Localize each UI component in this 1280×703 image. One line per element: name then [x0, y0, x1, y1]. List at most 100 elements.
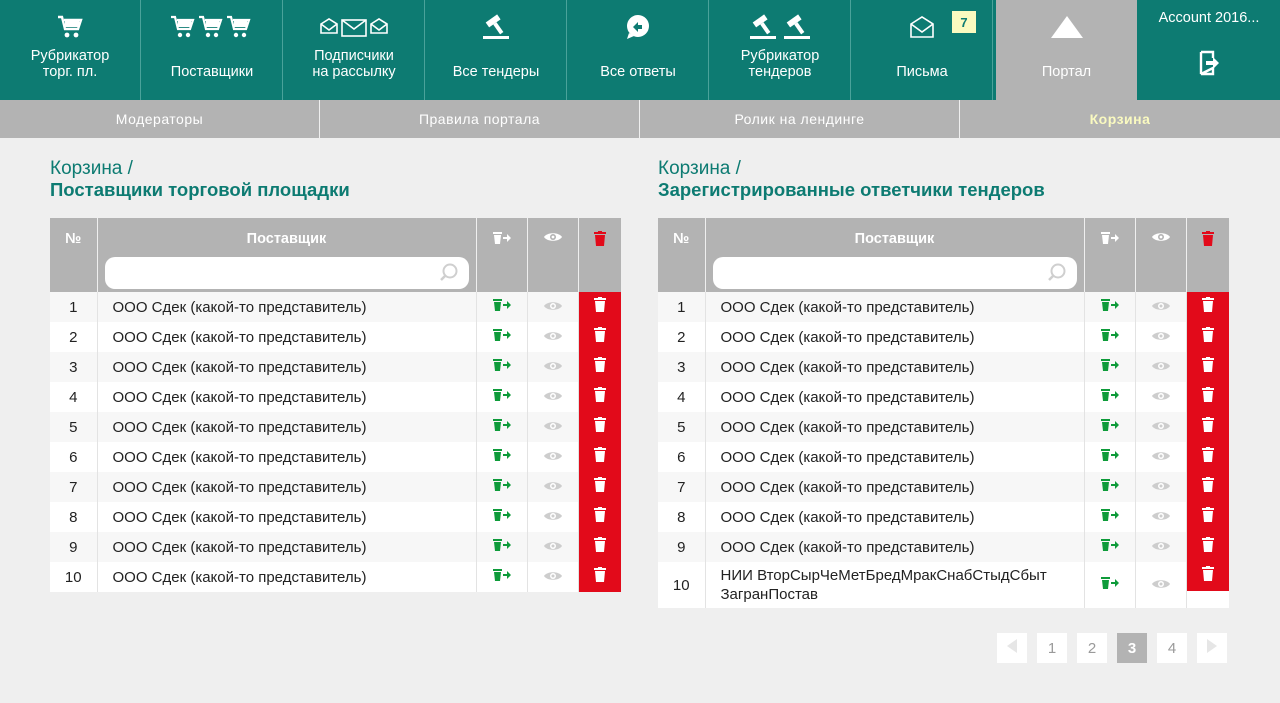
eye-icon[interactable] — [1151, 388, 1171, 407]
eye-icon[interactable] — [1151, 328, 1171, 347]
breadcrumb[interactable]: Корзина / — [658, 158, 1229, 179]
subnav-moderators[interactable]: Модераторы — [0, 100, 320, 138]
trash-icon[interactable] — [593, 356, 607, 378]
trash-icon[interactable] — [1201, 506, 1215, 528]
eye-icon[interactable] — [543, 418, 563, 437]
search-input[interactable] — [712, 257, 1077, 289]
eye-icon[interactable] — [1151, 576, 1171, 595]
restore-icon[interactable] — [1100, 508, 1120, 527]
delete-cell[interactable] — [1186, 472, 1229, 502]
delete-cell[interactable] — [578, 532, 621, 562]
nav-item-portal[interactable]: Портал — [996, 0, 1137, 100]
search-input[interactable] — [104, 257, 469, 289]
delete-cell[interactable] — [578, 352, 621, 382]
eye-icon[interactable] — [1151, 508, 1171, 527]
pagination-page-3[interactable]: 3 — [1117, 633, 1147, 663]
trash-icon[interactable] — [1201, 386, 1215, 408]
delete-cell[interactable] — [1186, 502, 1229, 532]
eye-icon[interactable] — [543, 538, 563, 557]
restore-icon[interactable] — [492, 298, 512, 317]
eye-icon[interactable] — [543, 508, 563, 527]
trash-icon[interactable] — [593, 386, 607, 408]
trash-icon[interactable] — [1201, 536, 1215, 558]
eye-icon[interactable] — [543, 358, 563, 377]
trash-icon[interactable] — [593, 296, 607, 318]
eye-icon[interactable] — [543, 298, 563, 317]
nav-item-rubricator-tenders[interactable]: Рубрикатор тендеров — [710, 0, 851, 100]
delete-cell[interactable] — [1186, 532, 1229, 562]
delete-cell[interactable] — [578, 502, 621, 532]
restore-icon[interactable] — [1100, 358, 1120, 377]
nav-item-all-answers[interactable]: Все ответы — [568, 0, 709, 100]
pagination-prev-button[interactable] — [997, 633, 1027, 663]
delete-cell[interactable] — [1186, 322, 1229, 352]
trash-icon[interactable] — [593, 416, 607, 438]
nav-item-subscribers[interactable]: Подписчики на рассылку — [284, 0, 425, 100]
search-icon[interactable] — [1047, 263, 1067, 283]
trash-icon[interactable] — [593, 476, 607, 498]
restore-all-icon[interactable] — [492, 231, 512, 249]
nav-item-rubricator-marketplace[interactable]: Рубрикатор торг. пл. — [0, 0, 141, 100]
delete-cell[interactable] — [578, 382, 621, 412]
restore-icon[interactable] — [1100, 478, 1120, 497]
restore-icon[interactable] — [492, 568, 512, 587]
delete-cell[interactable] — [578, 472, 621, 502]
restore-icon[interactable] — [492, 538, 512, 557]
restore-icon[interactable] — [492, 508, 512, 527]
restore-icon[interactable] — [1100, 298, 1120, 317]
restore-icon[interactable] — [492, 478, 512, 497]
pagination-page-1[interactable]: 1 — [1037, 633, 1067, 663]
breadcrumb[interactable]: Корзина / — [50, 158, 621, 179]
nav-item-all-tenders[interactable]: Все тендеры — [426, 0, 567, 100]
trash-icon[interactable] — [1201, 296, 1215, 318]
delete-button[interactable] — [1186, 562, 1229, 591]
restore-icon[interactable] — [1100, 418, 1120, 437]
eye-icon[interactable] — [543, 478, 563, 497]
eye-icon[interactable] — [543, 568, 563, 587]
restore-icon[interactable] — [1100, 328, 1120, 347]
delete-cell[interactable] — [578, 442, 621, 472]
logout-icon[interactable] — [1198, 50, 1220, 76]
delete-cell[interactable] — [1186, 352, 1229, 382]
trash-icon[interactable] — [593, 506, 607, 528]
restore-icon[interactable] — [492, 448, 512, 467]
trash-icon[interactable] — [1201, 476, 1215, 498]
trash-icon[interactable] — [1201, 446, 1215, 468]
trash-icon[interactable] — [1201, 231, 1215, 251]
delete-cell[interactable] — [1186, 412, 1229, 442]
trash-icon[interactable] — [593, 566, 607, 588]
restore-icon[interactable] — [492, 388, 512, 407]
restore-icon[interactable] — [1100, 388, 1120, 407]
trash-icon[interactable] — [1201, 356, 1215, 378]
nav-item-suppliers[interactable]: Поставщики — [142, 0, 283, 100]
delete-cell[interactable] — [578, 322, 621, 352]
restore-icon[interactable] — [1100, 576, 1120, 595]
restore-all-icon[interactable] — [1100, 231, 1120, 249]
restore-icon[interactable] — [492, 358, 512, 377]
account-name[interactable]: Account 2016... — [1138, 10, 1280, 26]
eye-icon[interactable] — [543, 328, 563, 347]
restore-icon[interactable] — [1100, 538, 1120, 557]
search-icon[interactable] — [439, 263, 459, 283]
restore-icon[interactable] — [1100, 448, 1120, 467]
pagination-page-2[interactable]: 2 — [1077, 633, 1107, 663]
eye-icon[interactable] — [1151, 358, 1171, 377]
trash-icon[interactable] — [1201, 326, 1215, 348]
eye-icon[interactable] — [1151, 298, 1171, 317]
eye-icon[interactable] — [1151, 538, 1171, 557]
trash-icon[interactable] — [593, 326, 607, 348]
eye-icon[interactable] — [543, 448, 563, 467]
restore-icon[interactable] — [492, 328, 512, 347]
trash-icon[interactable] — [593, 231, 607, 251]
trash-icon[interactable] — [1201, 416, 1215, 438]
subnav-trash[interactable]: Корзина — [960, 100, 1280, 138]
subnav-portal-rules[interactable]: Правила портала — [320, 100, 640, 138]
subnav-landing-video[interactable]: Ролик на лендинге — [640, 100, 960, 138]
delete-cell[interactable] — [1186, 442, 1229, 472]
trash-icon[interactable] — [593, 446, 607, 468]
eye-icon[interactable] — [1151, 478, 1171, 497]
nav-item-letters[interactable]: 7 Письма — [852, 0, 993, 100]
delete-cell[interactable] — [578, 562, 621, 592]
trash-icon[interactable] — [593, 536, 607, 558]
eye-icon[interactable] — [1151, 418, 1171, 437]
